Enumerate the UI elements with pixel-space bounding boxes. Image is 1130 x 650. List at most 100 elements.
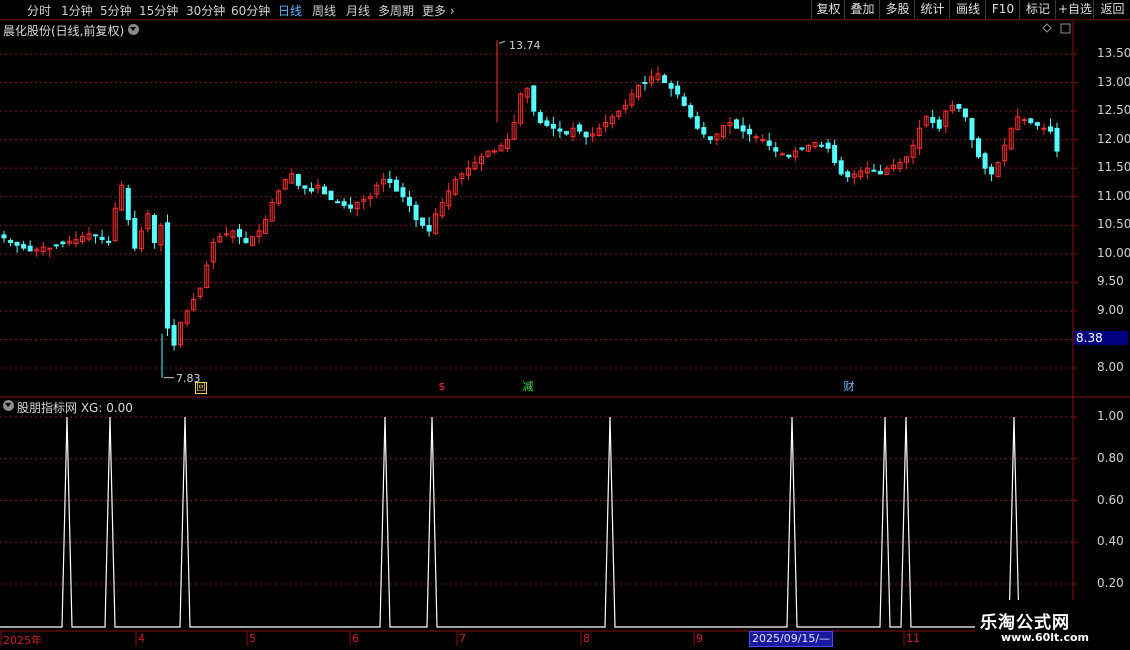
candle-body: [60, 241, 66, 245]
candle-body: [753, 136, 759, 139]
toolbar-button-1[interactable]: 叠加: [844, 0, 880, 19]
indicator-axis-label: 1.00: [1097, 409, 1124, 423]
indicator-dropdown-icon[interactable]: [3, 400, 14, 411]
candle-body: [956, 103, 962, 109]
candle-body: [21, 244, 27, 249]
candle-body: [1054, 127, 1060, 152]
candle-body: [747, 128, 753, 135]
toolbar-button-3[interactable]: 统计: [914, 0, 950, 19]
candle-body: [387, 178, 393, 183]
chart-canvas: [0, 20, 1130, 646]
period-tab-7[interactable]: 周线: [312, 2, 336, 19]
candle-body: [485, 150, 491, 157]
candle-body: [851, 173, 857, 178]
candle-body: [452, 179, 458, 195]
toolbar-button-5[interactable]: F10: [985, 0, 1020, 19]
period-tab-5[interactable]: 60分钟: [231, 2, 270, 19]
candle-body: [1008, 127, 1014, 150]
candle-body: [289, 173, 295, 184]
candle-body: [256, 230, 262, 237]
time-axis-label: 7: [459, 632, 466, 645]
indicator-axis-label: 0.40: [1097, 534, 1124, 549]
candle-body: [858, 170, 864, 178]
candle-body: [223, 233, 229, 236]
period-toolbar: 分时 1分钟 5分钟 15分钟 30分钟 60分钟 日线 周线 月线 多周期 更多 › 复权 叠加 多股…: [0, 0, 1130, 20]
candle-body: [478, 156, 484, 165]
toolbar-button-8[interactable]: 返回: [1093, 0, 1130, 19]
toolbar-button-6[interactable]: 标记: [1019, 0, 1056, 19]
candle-body: [125, 187, 131, 221]
candle-body: [707, 136, 713, 141]
candle-body: [570, 127, 576, 137]
event-marker-jian[interactable]: 减: [522, 381, 534, 393]
watermark-title: 乐淘公式网: [980, 613, 1070, 633]
candle-body: [871, 169, 877, 172]
candle-body: [557, 128, 563, 132]
candle-body: [766, 140, 772, 146]
candle-body: [524, 87, 530, 98]
candle-body: [734, 119, 740, 129]
toolbar-button-2[interactable]: 多股: [879, 0, 915, 19]
period-tab-10[interactable]: 更多 ›: [422, 2, 455, 19]
period-tab-2[interactable]: 5分钟: [100, 2, 132, 19]
candle-body: [688, 104, 694, 118]
period-tab-4[interactable]: 30分钟: [186, 2, 225, 19]
candle-body: [779, 153, 785, 156]
candle-body: [66, 240, 72, 244]
candle-body: [210, 241, 216, 263]
period-tab-9[interactable]: 多周期: [378, 2, 414, 19]
candle-body: [531, 85, 537, 112]
candle-body: [184, 310, 190, 324]
period-tab-0[interactable]: 分时: [27, 2, 51, 19]
candle-body: [433, 213, 439, 234]
price-axis-label: 11.50: [1097, 160, 1130, 175]
candle-body: [662, 75, 668, 84]
candle-body: [308, 187, 314, 192]
period-tab-8[interactable]: 月线: [346, 2, 370, 19]
price-axis-label: 10.00: [1097, 245, 1130, 260]
candle-body: [799, 147, 805, 150]
price-axis-label: 9.50: [1097, 274, 1124, 289]
high-price-label: 13.74: [509, 39, 541, 52]
candle-body: [426, 224, 432, 232]
candle-body: [1034, 122, 1040, 126]
period-tab-6[interactable]: 日线: [278, 2, 302, 19]
indicator-title: 股朋指标网 XG: 0.00: [17, 401, 133, 415]
candle-body: [119, 184, 125, 211]
toolbar-button-0[interactable]: 复权: [811, 0, 845, 19]
cursor-date-label: 2025/09/15/—: [749, 631, 834, 647]
candle-body: [897, 161, 903, 170]
candle-body: [976, 138, 982, 158]
indicator-axis-label: 0.80: [1097, 450, 1124, 465]
event-marker-hui[interactable]: 回: [195, 382, 207, 394]
chart-title: 晨化股份(日线,前复权): [3, 24, 125, 38]
candle-body: [328, 190, 334, 201]
candle-body: [191, 298, 197, 311]
candle-body: [714, 133, 720, 141]
price-axis-label: 13.50: [1097, 46, 1130, 60]
candle-body: [243, 238, 249, 243]
period-tab-1[interactable]: 1分钟: [61, 2, 93, 19]
event-marker-cai[interactable]: 财: [843, 381, 855, 393]
candle-body: [832, 145, 838, 163]
candle-body: [544, 120, 550, 126]
candle-body: [668, 83, 674, 89]
toolbar-button-7[interactable]: +自选: [1055, 0, 1094, 19]
indicator-axis-label: 0.20: [1097, 576, 1124, 590]
event-marker-dollar[interactable]: $: [436, 381, 448, 393]
candle-body: [923, 116, 929, 126]
candle-body: [79, 236, 85, 242]
candle-body: [930, 117, 936, 124]
candle-body: [14, 241, 20, 246]
price-axis-label: 12.50: [1097, 103, 1130, 118]
period-tab-3[interactable]: 15分钟: [139, 2, 178, 19]
candle-body: [609, 116, 615, 125]
toolbar-button-4[interactable]: 画线: [949, 0, 986, 19]
candle-body: [348, 204, 354, 209]
candle-body: [773, 147, 779, 152]
title-dropdown-icon[interactable]: [128, 24, 139, 35]
time-axis-label: 2025年: [3, 634, 42, 647]
candle-body: [439, 201, 445, 217]
candle-body: [577, 124, 583, 132]
candle-body: [1015, 116, 1021, 131]
